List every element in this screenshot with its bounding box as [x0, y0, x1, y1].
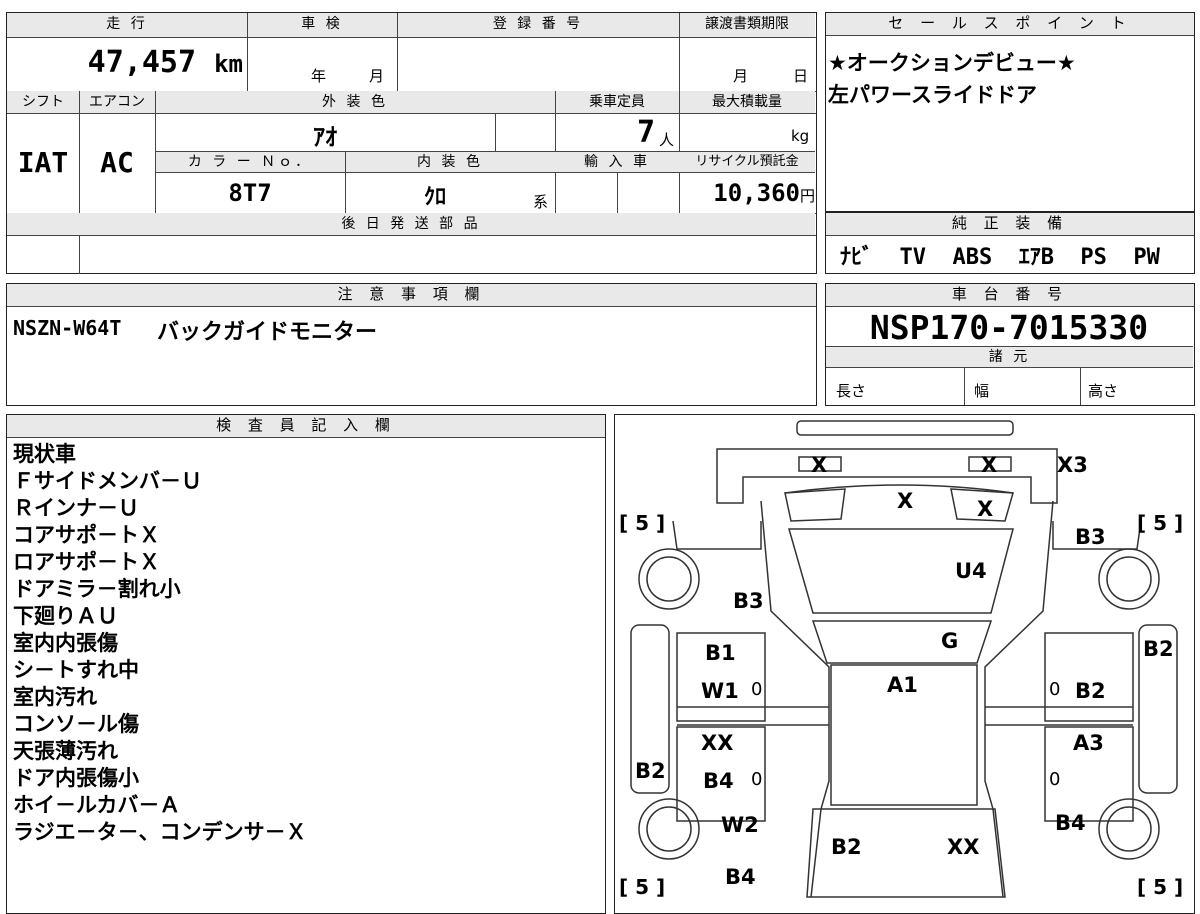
capacity-label: 乗車定員	[589, 94, 645, 110]
mark-fender-right: B3	[1075, 525, 1106, 549]
mark-front-door-left-2: W1	[701, 679, 739, 703]
tire-mark-rear-right: [ 5 ]	[1137, 875, 1184, 899]
interior-color-value: ｸﾛ	[423, 185, 446, 210]
inspector-line: Ｆサイドメンバ－Ｕ	[13, 469, 202, 493]
transfer-month-unit: 月	[733, 67, 749, 85]
interior-suffix: 系	[533, 193, 549, 211]
inspection-label: 車 検	[301, 16, 343, 32]
mark-hood: U4	[955, 559, 987, 583]
mark-front-door-left-1: B1	[705, 641, 736, 665]
specs-length: 長さ	[836, 382, 867, 400]
inspector-line: ホイ－ルカバ－Ａ	[13, 793, 181, 817]
inspector-label: 検 査 員 記 入 欄	[7, 415, 605, 438]
damage-diagram-box: [ 5 ] [ 5 ] [ 5 ] [ 5 ] X X X3 X X U4 B3…	[614, 414, 1195, 914]
inspection-month-unit: 月	[369, 67, 385, 85]
inspector-line: 天張薄汚れ	[13, 739, 118, 763]
equipment-label: 純 正 装 備	[826, 213, 1194, 236]
inspector-line: 現状車	[13, 442, 76, 466]
inspector-line: 室内汚れ	[13, 685, 97, 709]
capacity-value: 7	[636, 115, 655, 150]
transfer-day-unit: 日	[793, 67, 809, 85]
color-number-value: 8T7	[228, 179, 272, 207]
mark-zero-2: 0	[1049, 679, 1061, 700]
inspector-line: コアサポ－トＸ	[13, 523, 160, 547]
chassis-number: NSP170-7015330	[869, 308, 1149, 347]
mark-side-left: B2	[635, 759, 666, 783]
tire-mark-front-left: [ 5 ]	[619, 511, 666, 535]
inspection-year-unit: 年	[311, 67, 327, 85]
specs-width: 幅	[974, 382, 990, 400]
inspector-box: 検 査 員 記 入 欄 現状車 Ｆサイドメンバ－Ｕ Ｒインナ－Ｕ コアサポ－トＸ…	[6, 414, 606, 914]
notes-label: 注 意 事 項 欄	[7, 284, 816, 307]
inspector-line: ラジエ－タ－、コンデンサ－Ｘ	[13, 820, 307, 844]
mark-front-door-right: B2	[1075, 679, 1106, 703]
inspector-line: ドアミラ－割れ小	[13, 577, 181, 601]
mark-bumper-left: X	[811, 453, 828, 477]
inspector-line: Ｒインナ－Ｕ	[13, 496, 139, 520]
later-parts-label: 後 日 発 送 部 品	[341, 216, 481, 232]
mark-fender-left: B3	[733, 589, 764, 613]
mark-pillar-right: B2	[1143, 637, 1174, 661]
inspector-lines: 現状車 Ｆサイドメンバ－Ｕ Ｒインナ－Ｕ コアサポ－トＸ ロアサポ－トＸ ドアミ…	[13, 441, 307, 846]
mark-grille-right: X	[977, 497, 994, 521]
mark-quarter-left: W2	[721, 813, 759, 837]
mark-zero-4: 0	[1049, 769, 1061, 790]
equipment-box: 純 正 装 備 ﾅﾋﾞ TV ABS ｴｱB PS PW	[825, 212, 1195, 274]
sales-point-line-2: 左パワースライドドア	[828, 83, 1037, 107]
inspector-line: ロアサポ－トＸ	[13, 550, 160, 574]
sales-points-box: セ ー ル ス ポ イ ン ト ★オークションデビュー★ 左パワースライドドア	[825, 12, 1195, 212]
max-load-label: 最大積載量	[712, 94, 782, 110]
inspector-line: 下廻りＡＵ	[13, 604, 118, 628]
registration-label: 登 録 番 号	[492, 16, 584, 32]
mark-rear-left-low: B4	[725, 865, 756, 889]
tire-mark-front-right: [ 5 ]	[1137, 511, 1184, 535]
shift-value: IAT	[17, 146, 69, 179]
aircon-label: エアコン	[89, 94, 145, 110]
capacity-unit: 人	[659, 131, 675, 149]
vehicle-info-table: 走 行 車 検 登 録 番 号 譲渡書類期限 47,457 km 年 月 月 日…	[6, 12, 817, 274]
recycle-value: 10,360円	[713, 179, 815, 207]
color-number-label: カ ラ ー Ｎｏ．	[187, 154, 313, 170]
load-unit: kg	[791, 127, 810, 145]
mileage-label: 走 行	[106, 16, 148, 32]
sales-point-line-1: ★オークションデビュー★	[828, 51, 1076, 75]
notes-code: NSZN-W64T	[13, 316, 122, 340]
equipment-value: ﾅﾋﾞ TV ABS ｴｱB PS PW	[840, 245, 1160, 270]
mark-quarter-right: B4	[1055, 811, 1086, 835]
inspector-line: シ－トすれ中	[13, 658, 139, 682]
sales-points-label: セ ー ル ス ポ イ ン ト	[826, 13, 1194, 36]
specs-label: 諸 元	[988, 349, 1031, 365]
mark-rear-door-left-1: XX	[701, 731, 734, 755]
chassis-label: 車 台 番 号	[826, 284, 1194, 307]
notes-box: 注 意 事 項 欄 NSZN-W64T バックガイドモニター	[6, 283, 817, 406]
mark-tailgate-left: B2	[831, 835, 862, 859]
notes-text: バックガイドモニター	[157, 320, 378, 345]
mark-bumper-right: X	[981, 453, 998, 477]
aircon-value: AC	[100, 146, 134, 179]
mark-roof: A1	[887, 673, 918, 697]
interior-color-label: 内 装 色	[417, 154, 483, 170]
transfer-deadline-label: 譲渡書類期限	[705, 16, 789, 32]
exterior-color-value: ｱｵ	[313, 123, 337, 151]
mark-windshield: G	[941, 629, 959, 653]
mark-zero-1: 0	[751, 679, 763, 700]
tire-mark-rear-left: [ 5 ]	[619, 875, 666, 899]
mark-bumper-corner: X3	[1057, 453, 1088, 477]
inspector-line: 室内内張傷	[13, 631, 118, 655]
chassis-box: 車 台 番 号 NSP170-7015330 諸 元 長さ 幅 高さ	[825, 283, 1195, 406]
exterior-color-label: 外 装 色	[322, 94, 388, 110]
inspector-line: ドア内張傷小	[13, 766, 139, 790]
import-label: 輸 入 車	[584, 154, 650, 170]
specs-height: 高さ	[1088, 382, 1119, 400]
mileage-value: 47,457 km	[87, 45, 243, 80]
mark-rear-door-right: A3	[1073, 731, 1104, 755]
inspector-line: コンソ－ル傷	[13, 712, 139, 736]
mark-zero-3: 0	[751, 769, 763, 790]
recycle-deposit-label: リサイクル預託金	[695, 154, 799, 169]
mark-rear-door-left-2: B4	[703, 769, 734, 793]
shift-label: シフト	[22, 94, 64, 110]
mark-tailgate-right: XX	[947, 835, 980, 859]
mark-grille-center: X	[897, 489, 914, 513]
